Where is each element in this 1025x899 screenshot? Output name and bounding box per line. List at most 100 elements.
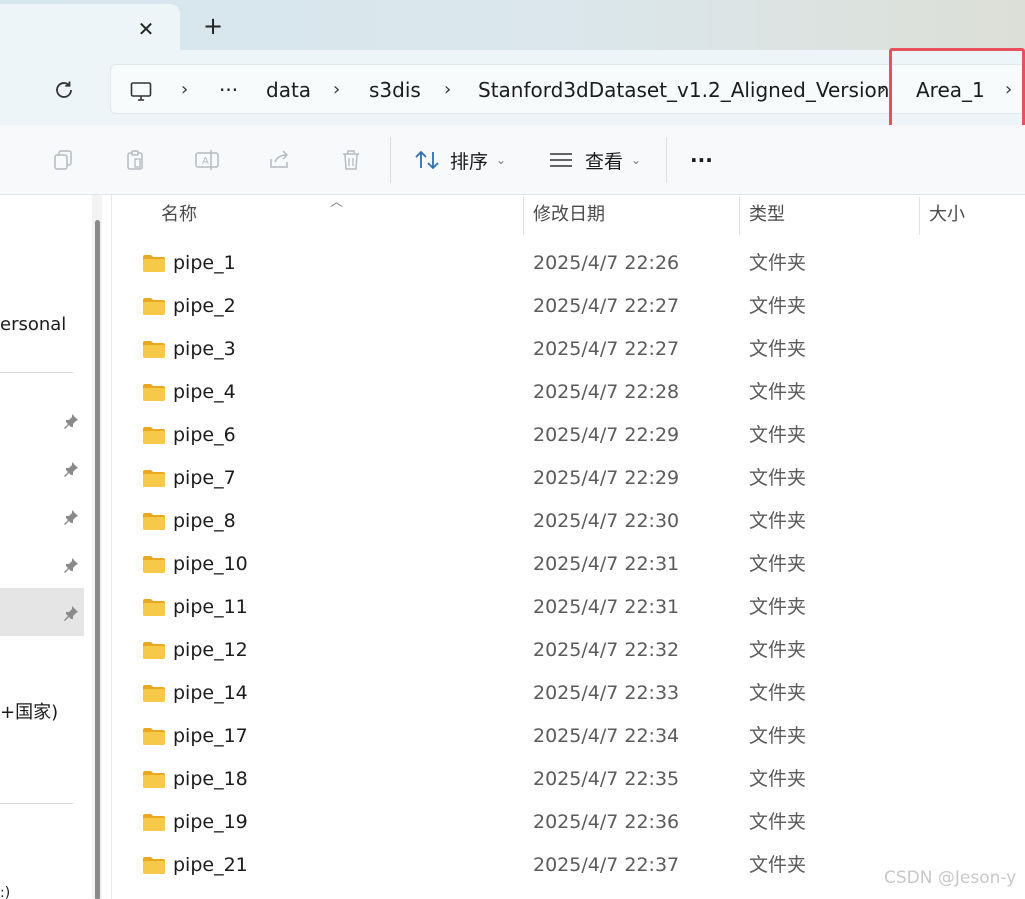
navigation-pane: ersonal +国家) :): [0, 195, 108, 899]
file-list: ︿ 名称 修改日期 类型 大小 pipe_1 2025/4/7 22:26 文件夹 p…: [112, 195, 1025, 899]
file-row[interactable]: pipe_2 2025/4/7 22:27 文件夹: [112, 285, 1025, 328]
column-divider[interactable]: [523, 197, 524, 235]
file-modified: 2025/4/7 22:35: [533, 768, 680, 790]
share-icon[interactable]: [264, 145, 294, 175]
breadcrumb-stanford[interactable]: Stanford3dDataset_v1.2_Aligned_Version: [478, 65, 889, 115]
file-modified: 2025/4/7 22:28: [533, 381, 680, 403]
pin-icon[interactable]: [62, 604, 80, 622]
file-row[interactable]: pipe_12 2025/4/7 22:32 文件夹: [112, 629, 1025, 672]
file-type: 文件夹: [749, 639, 807, 661]
chevron-right-icon[interactable]: ›: [879, 65, 886, 115]
pin-icon[interactable]: [62, 412, 80, 430]
file-row[interactable]: pipe_14 2025/4/7 22:33 文件夹: [112, 672, 1025, 715]
column-divider[interactable]: [739, 197, 740, 235]
refresh-icon[interactable]: [48, 74, 80, 106]
file-row[interactable]: pipe_8 2025/4/7 22:30 文件夹: [112, 500, 1025, 543]
folder-icon: [142, 469, 166, 488]
nav-item-country[interactable]: +国家): [0, 698, 58, 724]
file-name: pipe_14: [173, 682, 248, 704]
file-row[interactable]: pipe_1 2025/4/7 22:26 文件夹: [112, 242, 1025, 285]
file-name: pipe_7: [173, 467, 236, 489]
file-type: 文件夹: [749, 553, 807, 575]
folder-icon: [142, 512, 166, 531]
active-tab[interactable]: ✕: [0, 4, 180, 50]
file-name: pipe_3: [173, 338, 236, 360]
file-modified: 2025/4/7 22:29: [533, 467, 680, 489]
column-header-size[interactable]: 大小: [929, 195, 965, 235]
file-type: 文件夹: [749, 682, 807, 704]
folder-icon: [142, 383, 166, 402]
file-type: 文件夹: [749, 424, 807, 446]
file-row[interactable]: pipe_6 2025/4/7 22:29 文件夹: [112, 414, 1025, 457]
file-row[interactable]: pipe_7 2025/4/7 22:29 文件夹: [112, 457, 1025, 500]
file-row[interactable]: pipe_18 2025/4/7 22:35 文件夹: [112, 758, 1025, 801]
nav-item-partial[interactable]: :): [0, 885, 10, 899]
view-button[interactable]: 查看 ⌄: [549, 143, 641, 177]
file-modified: 2025/4/7 22:34: [533, 725, 680, 747]
svg-text:A: A: [202, 156, 209, 167]
copy-icon[interactable]: [48, 145, 78, 175]
file-type: 文件夹: [749, 725, 807, 747]
folder-icon: [142, 340, 166, 359]
folder-icon: [142, 297, 166, 316]
toolbar-divider: [666, 137, 667, 183]
folder-icon: [142, 727, 166, 746]
file-type: 文件夹: [749, 854, 807, 876]
pin-icon[interactable]: [62, 508, 80, 526]
view-list-icon: [549, 151, 573, 169]
sort-button[interactable]: 排序 ⌄: [414, 143, 506, 177]
nav-divider: [0, 372, 73, 373]
file-row[interactable]: pipe_11 2025/4/7 22:31 文件夹: [112, 586, 1025, 629]
chevron-right-icon[interactable]: ›: [181, 65, 188, 115]
file-row[interactable]: pipe_3 2025/4/7 22:27 文件夹: [112, 328, 1025, 371]
file-modified: 2025/4/7 22:27: [533, 295, 680, 317]
sort-icon: [414, 149, 440, 171]
address-row: › ··· data › s3dis › Stanford3dDataset_v…: [0, 50, 1025, 125]
file-type: 文件夹: [749, 295, 807, 317]
file-name: pipe_2: [173, 295, 236, 317]
more-options-button[interactable]: ···: [690, 143, 713, 177]
file-type: 文件夹: [749, 467, 807, 489]
nav-item-personal[interactable]: ersonal: [0, 314, 66, 335]
watermark: CSDN @Jeson-y: [884, 868, 1017, 888]
file-row[interactable]: pipe_4 2025/4/7 22:28 文件夹: [112, 371, 1025, 414]
column-divider[interactable]: [919, 197, 920, 235]
trash-icon[interactable]: [336, 145, 366, 175]
nav-scrollbar-thumb[interactable]: [95, 220, 100, 899]
chevron-right-icon[interactable]: ›: [333, 65, 340, 115]
file-type: 文件夹: [749, 338, 807, 360]
file-name: pipe_17: [173, 725, 248, 747]
close-icon[interactable]: ✕: [133, 16, 159, 42]
folder-icon: [142, 254, 166, 273]
highlight-annotation: [889, 48, 1025, 131]
file-type: 文件夹: [749, 381, 807, 403]
pin-icon[interactable]: [62, 556, 80, 574]
address-bar[interactable]: › ··· data › s3dis › Stanford3dDataset_v…: [110, 64, 1025, 114]
column-header-type[interactable]: 类型: [749, 195, 785, 235]
toolbar-divider: [390, 137, 391, 183]
chevron-right-icon[interactable]: ›: [444, 65, 451, 115]
folder-icon: [142, 813, 166, 832]
file-type: 文件夹: [749, 768, 807, 790]
plus-icon[interactable]: +: [199, 12, 227, 40]
folder-icon: [142, 426, 166, 445]
file-name: pipe_11: [173, 596, 248, 618]
breadcrumb-s3dis[interactable]: s3dis: [369, 65, 421, 115]
sort-label: 排序: [450, 150, 489, 173]
chevron-down-icon: ⌄: [631, 153, 642, 167]
file-row[interactable]: pipe_10 2025/4/7 22:31 文件夹: [112, 543, 1025, 586]
view-label: 查看: [585, 150, 624, 173]
nav-divider: [0, 803, 73, 804]
paste-icon[interactable]: [120, 145, 150, 175]
breadcrumb-overflow[interactable]: ···: [219, 65, 238, 115]
column-header-name[interactable]: 名称: [161, 195, 197, 235]
file-name: pipe_18: [173, 768, 248, 790]
pin-icon[interactable]: [62, 460, 80, 478]
rename-icon[interactable]: A: [192, 145, 222, 175]
computer-icon[interactable]: [129, 65, 153, 115]
file-row[interactable]: pipe_17 2025/4/7 22:34 文件夹: [112, 715, 1025, 758]
file-row[interactable]: pipe_19 2025/4/7 22:36 文件夹: [112, 801, 1025, 844]
breadcrumb-data[interactable]: data: [266, 65, 311, 115]
file-name: pipe_6: [173, 424, 236, 446]
column-header-modified[interactable]: 修改日期: [533, 195, 605, 235]
